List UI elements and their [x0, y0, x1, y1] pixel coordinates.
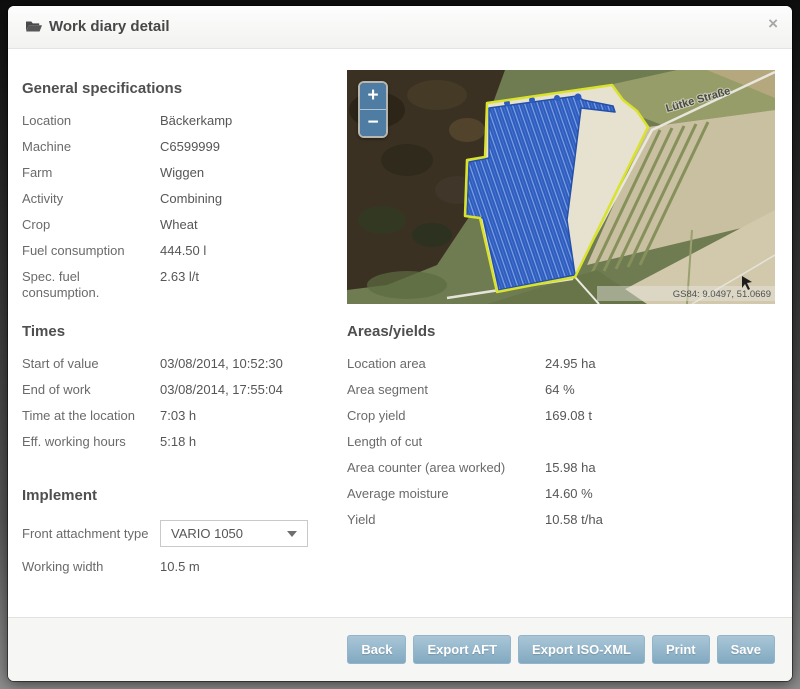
- implement-row-front-attachment: Front attachment type VARIO 1050: [22, 520, 344, 547]
- export-aft-button[interactable]: Export AFT: [413, 635, 511, 664]
- area-row-average-moisture: Average moisture 14.60 %: [347, 486, 785, 502]
- close-icon[interactable]: ×: [768, 15, 778, 33]
- section-heading: Areas/yields: [347, 323, 785, 340]
- spec-row-farm: Farm Wiggen: [22, 165, 344, 181]
- section-heading: Times: [22, 323, 344, 340]
- export-iso-xml-button[interactable]: Export ISO-XML: [518, 635, 645, 664]
- time-row-at-location: Time at the location 7:03 h: [22, 408, 344, 424]
- general-specifications-section: General specifications Location Bäckerka…: [22, 80, 344, 311]
- map-coordinates: GS84: 9.0497, 51.0669: [673, 289, 771, 300]
- diary-folder-icon: [25, 20, 43, 38]
- areas-yields-section: Areas/yields Location area 24.95 ha Area…: [347, 323, 785, 538]
- dialog-title: Work diary detail: [49, 18, 170, 35]
- area-row-crop-yield: Crop yield 169.08 t: [347, 408, 785, 424]
- section-heading: General specifications: [22, 80, 344, 97]
- spec-row-fuel: Fuel consumption 444.50 l: [22, 243, 344, 259]
- area-row-area-counter: Area counter (area worked) 15.98 ha: [347, 460, 785, 476]
- area-row-yield: Yield 10.58 t/ha: [347, 512, 785, 528]
- spec-row-location: Location Bäckerkamp: [22, 113, 344, 129]
- zoom-in-button[interactable]: +: [360, 83, 386, 109]
- chevron-down-icon: [287, 531, 297, 537]
- time-row-working-hours: Eff. working hours 5:18 h: [22, 434, 344, 450]
- area-row-length-of-cut: Length of cut: [347, 434, 785, 450]
- implement-row-working-width: Working width 10.5 m: [22, 559, 344, 575]
- dialog-header: Work diary detail ×: [8, 6, 792, 49]
- time-row-end: End of work 03/08/2014, 17:55:04: [22, 382, 344, 398]
- print-button[interactable]: Print: [652, 635, 710, 664]
- spec-row-spec-fuel: Spec. fuel consumption. 2.63 l/t: [22, 269, 344, 301]
- map-zoom-control: + −: [358, 81, 388, 138]
- dialog-footer: Back Export AFT Export ISO-XML Print Sav…: [8, 617, 792, 681]
- work-diary-dialog: Work diary detail × General specificatio…: [8, 6, 792, 681]
- spec-row-machine: Machine C6599999: [22, 139, 344, 155]
- front-attachment-selected-value: VARIO 1050: [171, 526, 243, 541]
- back-button[interactable]: Back: [347, 635, 406, 664]
- time-row-start: Start of value 03/08/2014, 10:52:30: [22, 356, 344, 372]
- times-section: Times Start of value 03/08/2014, 10:52:3…: [22, 323, 344, 460]
- field-map[interactable]: Lütke Straße GS84: 9.0497, 51.0669 + −: [347, 70, 775, 304]
- spec-row-activity: Activity Combining: [22, 191, 344, 207]
- spec-row-crop: Crop Wheat: [22, 217, 344, 233]
- implement-section: Implement Front attachment type VARIO 10…: [22, 487, 344, 585]
- save-button[interactable]: Save: [717, 635, 775, 664]
- area-row-area-segment: Area segment 64 %: [347, 382, 785, 398]
- map-image: Lütke Straße GS84: 9.0497, 51.0669: [347, 70, 775, 304]
- area-row-location-area: Location area 24.95 ha: [347, 356, 785, 372]
- zoom-out-button[interactable]: −: [360, 109, 386, 136]
- front-attachment-select[interactable]: VARIO 1050: [160, 520, 308, 547]
- section-heading: Implement: [22, 487, 344, 504]
